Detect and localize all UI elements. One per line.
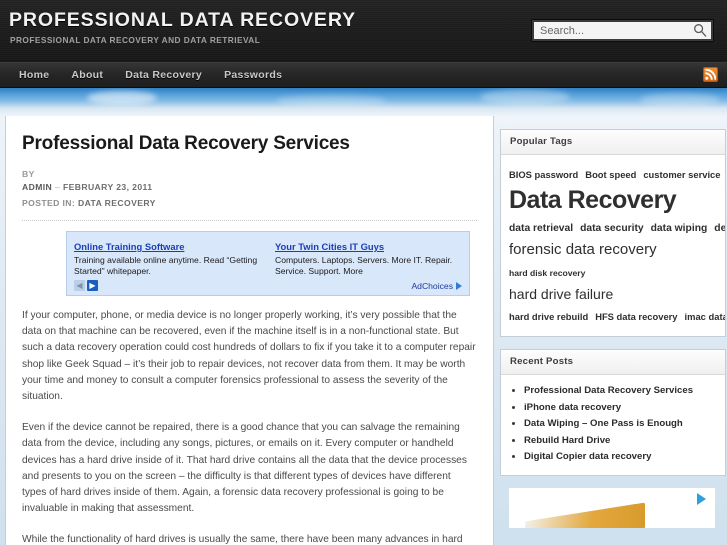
list-item[interactable]: Data Wiping – One Pass is Enough: [524, 416, 716, 433]
ad-prev-arrow-icon[interactable]: ◀: [74, 280, 85, 291]
site-description: PROFESSIONAL DATA RECOVERY AND DATA RETR…: [10, 35, 261, 45]
rss-icon[interactable]: [703, 67, 718, 82]
tag-link[interactable]: imac data recovery: [685, 311, 725, 322]
primary-navigation: Home About Data Recovery Passwords: [0, 62, 727, 88]
divider: [22, 220, 477, 221]
tag-link[interactable]: hard drive rebuild: [509, 311, 588, 322]
page-root: PROFESSIONAL DATA RECOVERY PROFESSIONAL …: [0, 0, 727, 545]
post-date: FEBRUARY 23, 2011: [62, 182, 153, 192]
ad-description: Training available online anytime. Read …: [74, 255, 258, 276]
search-input[interactable]: [531, 19, 714, 42]
entry-meta: BY ADMIN – FEBRUARY 23, 2011 POSTED IN: …: [22, 168, 477, 210]
adchoices-label: AdChoices: [411, 280, 453, 291]
nav-item-home[interactable]: Home: [8, 63, 60, 87]
ad-footer: ◀ ▶ AdChoices: [74, 279, 462, 292]
ad-title-link[interactable]: Your Twin Cities IT Guys: [275, 241, 384, 253]
article-paragraph: Even if the device cannot be repaired, t…: [22, 422, 467, 515]
tag-link[interactable]: delete data: [714, 223, 725, 234]
adchoices-icon: [456, 281, 462, 290]
entry-content: If your computer, phone, or media device…: [22, 308, 477, 545]
page-body: Professional Data Recovery Services BY A…: [0, 116, 727, 545]
ad-pager: ◀ ▶: [74, 280, 98, 291]
widget-title: Recent Posts: [501, 350, 725, 376]
tag-link[interactable]: BIOS password: [509, 169, 578, 180]
tag-link[interactable]: forensic data recovery: [509, 240, 710, 260]
meta-by-label: BY: [22, 169, 35, 179]
ad-next-arrow-icon[interactable]: ▶: [87, 280, 98, 291]
content-container: Professional Data Recovery Services BY A…: [0, 116, 727, 545]
tag-link[interactable]: data wiping: [651, 223, 708, 234]
ad-description: Computers. Laptops. Servers. More IT. Re…: [275, 255, 453, 276]
meta-separator: –: [54, 182, 61, 192]
meta-category: POSTED IN: DATA RECOVERY: [22, 197, 477, 210]
tag-link[interactable]: HFS data recovery: [595, 311, 677, 322]
widget-recent-posts: Recent Posts Professional Data Recovery …: [500, 349, 726, 476]
tag-link[interactable]: hard disk recovery: [509, 268, 585, 278]
widget-title: Popular Tags: [501, 130, 725, 155]
tag-cloud: BIOS password Boot speed customer service D…: [501, 155, 725, 336]
search-form: [531, 19, 714, 42]
tag-link[interactable]: customer service: [643, 169, 720, 180]
site-branding: PROFESSIONAL DATA RECOVERY PROFESSIONAL …: [9, 9, 356, 45]
site-title: PROFESSIONAL DATA RECOVERY: [9, 9, 356, 31]
sidebar-advertisement[interactable]: [509, 487, 715, 528]
banner-fade: [0, 108, 727, 116]
article-paragraph: While the functionality of hard drives i…: [22, 534, 463, 545]
page-title: Professional Data Recovery Services: [22, 133, 350, 154]
tag-link[interactable]: Data Recovery: [509, 186, 710, 215]
nav-item-about[interactable]: About: [60, 63, 114, 87]
adchoices-link[interactable]: AdChoices: [411, 281, 462, 291]
ad-unit: Your Twin Cities IT Guys Computers. Lapt…: [275, 237, 462, 277]
main-content: Professional Data Recovery Services BY A…: [5, 116, 494, 545]
tag-link[interactable]: hard drive failure: [509, 284, 710, 304]
article-paragraph: If your computer, phone, or media device…: [22, 310, 476, 403]
category-link[interactable]: DATA RECOVERY: [78, 198, 156, 208]
list-item[interactable]: Digital Copier data recovery: [524, 449, 716, 466]
sidebar: Popular Tags BIOS password Boot speed cust…: [500, 116, 726, 545]
ad-columns: Online Training Software Training availa…: [74, 237, 462, 277]
inline-advertisement: Online Training Software Training availa…: [66, 231, 470, 296]
ad-title-link[interactable]: Online Training Software: [74, 241, 184, 253]
adchoices-icon[interactable]: [697, 492, 706, 505]
tag-link[interactable]: data security: [580, 223, 644, 234]
nav-item-passwords[interactable]: Passwords: [213, 63, 293, 87]
nav-item-data-recovery[interactable]: Data Recovery: [114, 63, 213, 87]
meta-author-date: ADMIN – FEBRUARY 23, 2011: [22, 181, 477, 194]
list-item[interactable]: Professional Data Recovery Services: [524, 383, 716, 400]
list-item[interactable]: iPhone data recovery: [524, 400, 716, 417]
widget-popular-tags: Popular Tags BIOS password Boot speed cust…: [500, 129, 726, 338]
tag-link[interactable]: Boot speed: [585, 169, 636, 180]
ad-unit: Online Training Software Training availa…: [74, 237, 261, 277]
ad-image-block: [525, 502, 645, 528]
posted-in-label: POSTED IN:: [22, 198, 76, 208]
recent-posts-list: Professional Data Recovery Services iPho…: [501, 375, 725, 475]
author-link[interactable]: ADMIN: [22, 182, 52, 192]
site-header: PROFESSIONAL DATA RECOVERY PROFESSIONAL …: [0, 0, 727, 62]
list-item[interactable]: Rebuild Hard Drive: [524, 433, 716, 450]
header-banner-image: [0, 88, 727, 108]
tag-link[interactable]: data retrieval: [509, 223, 573, 234]
nav-list: Home About Data Recovery Passwords: [0, 63, 293, 87]
